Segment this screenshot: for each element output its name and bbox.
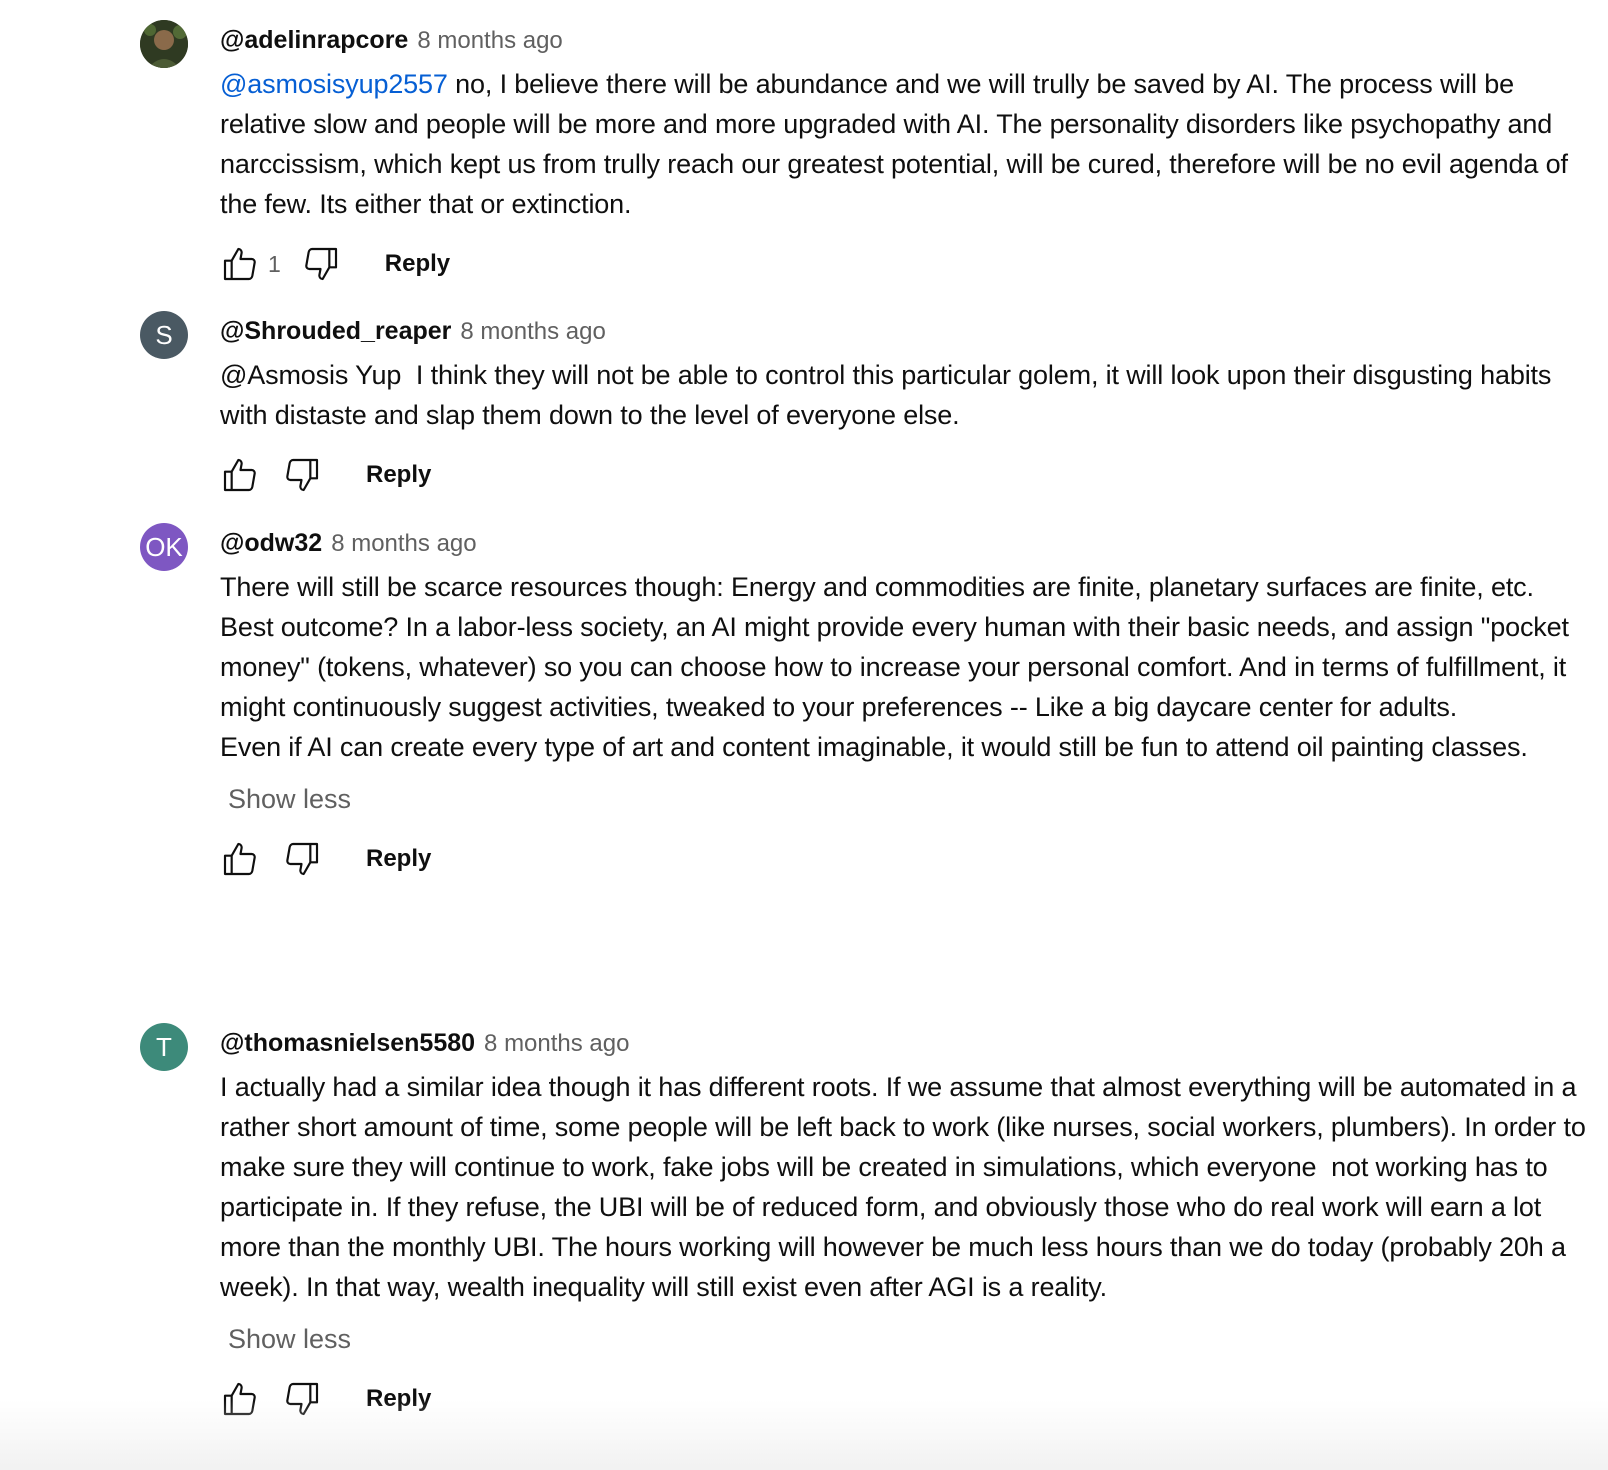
avatar[interactable] — [140, 20, 188, 68]
dislike-button[interactable] — [278, 835, 326, 883]
comment-text: @Asmosis Yup I think they will not be ab… — [220, 360, 1559, 430]
like-button[interactable] — [216, 451, 264, 499]
comment-actions: Reply — [216, 1375, 1595, 1423]
comment-timestamp[interactable]: 8 months ago — [460, 312, 605, 352]
like-button[interactable] — [216, 240, 264, 288]
avatar[interactable]: OK — [140, 523, 188, 571]
thumbs-down-icon — [286, 842, 319, 876]
show-less-button[interactable]: Show less — [228, 779, 1595, 819]
reply-button[interactable]: Reply — [366, 1385, 431, 1413]
comment-header: @Shrouded_reaper 8 months ago — [220, 311, 1595, 351]
avatar-letter: S — [155, 319, 173, 350]
show-less-button[interactable]: Show less — [228, 1319, 1595, 1359]
reply-button[interactable]: Reply — [366, 845, 431, 873]
comment-actions: 1 Reply — [216, 240, 1595, 288]
comment-body: @thomasnielsen5580 8 months ago I actual… — [220, 1023, 1595, 1423]
comment-body: @odw32 8 months ago There will still be … — [220, 523, 1595, 883]
thumbs-down-icon — [286, 458, 319, 492]
profile-photo-icon — [140, 20, 188, 68]
reply-button[interactable]: Reply — [366, 461, 431, 489]
comment-body: @Shrouded_reaper 8 months ago @Asmosis Y… — [220, 311, 1595, 499]
comment-actions: Reply — [216, 835, 1595, 883]
comment-header: @odw32 8 months ago — [220, 523, 1595, 563]
comment-text: I actually had a similar idea though it … — [220, 1072, 1594, 1302]
comment-header: @thomasnielsen5580 8 months ago — [220, 1023, 1595, 1063]
comment-body: @adelinrapcore 8 months ago @asmosisyup2… — [220, 20, 1595, 288]
comment-text: There will still be scarce resources tho… — [220, 572, 1569, 762]
avatar-letter: OK — [145, 531, 183, 562]
thumbs-up-icon — [223, 458, 256, 492]
avatar[interactable]: T — [140, 1023, 188, 1071]
like-count: 1 — [268, 250, 281, 277]
comment-actions: Reply — [216, 451, 1595, 499]
author-name[interactable]: @thomasnielsen5580 — [220, 1023, 475, 1063]
thumbs-down-icon — [286, 1382, 319, 1416]
dislike-button[interactable] — [278, 451, 326, 499]
reply-button[interactable]: Reply — [385, 250, 450, 278]
comment-timestamp[interactable]: 8 months ago — [484, 1024, 629, 1064]
comment-timestamp[interactable]: 8 months ago — [417, 21, 562, 61]
avatar[interactable]: S — [140, 311, 188, 359]
thumbs-up-icon — [223, 1382, 256, 1416]
thumbs-down-icon — [305, 247, 337, 281]
thumbs-up-icon — [223, 842, 256, 876]
author-name[interactable]: @Shrouded_reaper — [220, 311, 451, 351]
dislike-button[interactable] — [297, 240, 345, 288]
comment-header: @adelinrapcore 8 months ago — [220, 20, 1595, 60]
author-name[interactable]: @odw32 — [220, 523, 322, 563]
avatar-letter: T — [156, 1031, 172, 1062]
mention-link[interactable]: @asmosisyup2557 — [220, 69, 448, 99]
dislike-button[interactable] — [278, 1375, 326, 1423]
thumbs-up-icon — [223, 247, 256, 281]
comment-text: @asmosisyup2557 no, I believe there will… — [220, 64, 1595, 224]
like-button[interactable] — [216, 835, 264, 883]
comment-timestamp[interactable]: 8 months ago — [331, 524, 476, 564]
author-name[interactable]: @adelinrapcore — [220, 20, 408, 60]
like-button[interactable] — [216, 1375, 264, 1423]
